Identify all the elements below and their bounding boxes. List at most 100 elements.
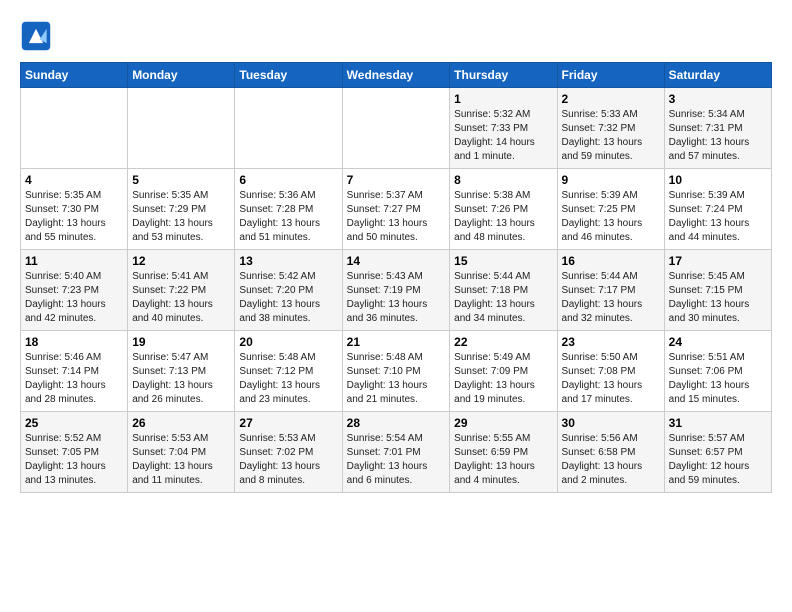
day-cell: 8 Sunrise: 5:38 AM Sunset: 7:26 PM Daylig… — [450, 169, 557, 250]
day-number: 6 — [239, 173, 337, 187]
day-cell: 23 Sunrise: 5:50 AM Sunset: 7:08 PM Dayli… — [557, 331, 664, 412]
day-number: 27 — [239, 416, 337, 430]
day-number: 2 — [562, 92, 660, 106]
day-cell: 9Sunrise: 5:39 AM Sunset: 7:25 PM Daylig… — [557, 169, 664, 250]
weekday-header-tuesday: Tuesday — [235, 63, 342, 88]
day-number: 17 — [669, 254, 767, 268]
day-info: Sunrise: 5:33 AM Sunset: 7:32 PM Dayligh… — [562, 108, 660, 164]
day-number: 30 — [562, 416, 660, 430]
week-row-3: 18 Sunrise: 5:46 AM Sunset: 7:14 PM Dayli… — [21, 331, 772, 412]
day-info: Sunrise: 5:48 AM Sunset: 7:12 PM Dayligh… — [239, 351, 337, 407]
week-row-4: 25Sunrise: 5:52 AM Sunset: 7:05 PM Dayli… — [21, 412, 772, 493]
day-number: 19 — [132, 335, 230, 349]
day-info: Sunrise: 5:53 AM Sunset: 7:02 PM Dayligh… — [239, 432, 337, 488]
day-cell: 10Sunrise: 5:39 AM Sunset: 7:24 PM Dayli… — [664, 169, 771, 250]
day-number: 24 — [669, 335, 767, 349]
day-cell: 6 Sunrise: 5:36 AM Sunset: 7:28 PM Daylig… — [235, 169, 342, 250]
day-cell: 27 Sunrise: 5:53 AM Sunset: 7:02 PM Dayli… — [235, 412, 342, 493]
week-row-0: 1 Sunrise: 5:32 AM Sunset: 7:33 PM Daylig… — [21, 88, 772, 169]
page: SundayMondayTuesdayWednesdayThursdayFrid… — [0, 0, 792, 503]
weekday-header-friday: Friday — [557, 63, 664, 88]
day-number: 20 — [239, 335, 337, 349]
day-number: 29 — [454, 416, 552, 430]
day-number: 1 — [454, 92, 552, 106]
day-info: Sunrise: 5:38 AM Sunset: 7:26 PM Dayligh… — [454, 189, 552, 245]
day-number: 23 — [562, 335, 660, 349]
day-cell: 11 Sunrise: 5:40 AM Sunset: 7:23 PM Dayli… — [21, 250, 128, 331]
day-cell: 26Sunrise: 5:53 AM Sunset: 7:04 PM Dayli… — [128, 412, 235, 493]
day-number: 31 — [669, 416, 767, 430]
day-info: Sunrise: 5:43 AM Sunset: 7:19 PM Dayligh… — [347, 270, 446, 326]
day-info: Sunrise: 5:47 AM Sunset: 7:13 PM Dayligh… — [132, 351, 230, 407]
week-row-1: 4 Sunrise: 5:35 AM Sunset: 7:30 PM Daylig… — [21, 169, 772, 250]
day-info: Sunrise: 5:57 AM Sunset: 6:57 PM Dayligh… — [669, 432, 767, 488]
day-number: 11 — [25, 254, 123, 268]
day-cell: 31 Sunrise: 5:57 AM Sunset: 6:57 PM Dayli… — [664, 412, 771, 493]
day-info: Sunrise: 5:54 AM Sunset: 7:01 PM Dayligh… — [347, 432, 446, 488]
day-cell: 16 Sunrise: 5:44 AM Sunset: 7:17 PM Dayli… — [557, 250, 664, 331]
day-cell: 25Sunrise: 5:52 AM Sunset: 7:05 PM Dayli… — [21, 412, 128, 493]
day-info: Sunrise: 5:51 AM Sunset: 7:06 PM Dayligh… — [669, 351, 767, 407]
day-number: 16 — [562, 254, 660, 268]
day-info: Sunrise: 5:39 AM Sunset: 7:25 PM Dayligh… — [562, 189, 660, 245]
day-info: Sunrise: 5:49 AM Sunset: 7:09 PM Dayligh… — [454, 351, 552, 407]
day-cell: 18 Sunrise: 5:46 AM Sunset: 7:14 PM Dayli… — [21, 331, 128, 412]
day-info: Sunrise: 5:44 AM Sunset: 7:17 PM Dayligh… — [562, 270, 660, 326]
day-number: 10 — [669, 173, 767, 187]
logo — [20, 20, 58, 52]
day-cell: 2 Sunrise: 5:33 AM Sunset: 7:32 PM Daylig… — [557, 88, 664, 169]
day-cell: 21 Sunrise: 5:48 AM Sunset: 7:10 PM Dayli… — [342, 331, 450, 412]
day-cell — [21, 88, 128, 169]
day-info: Sunrise: 5:35 AM Sunset: 7:30 PM Dayligh… — [25, 189, 123, 245]
day-info: Sunrise: 5:40 AM Sunset: 7:23 PM Dayligh… — [25, 270, 123, 326]
day-cell: 28 Sunrise: 5:54 AM Sunset: 7:01 PM Dayli… — [342, 412, 450, 493]
day-info: Sunrise: 5:44 AM Sunset: 7:18 PM Dayligh… — [454, 270, 552, 326]
day-number: 14 — [347, 254, 446, 268]
day-number: 5 — [132, 173, 230, 187]
day-cell: 22Sunrise: 5:49 AM Sunset: 7:09 PM Dayli… — [450, 331, 557, 412]
day-info: Sunrise: 5:56 AM Sunset: 6:58 PM Dayligh… — [562, 432, 660, 488]
weekday-header-sunday: Sunday — [21, 63, 128, 88]
day-cell: 19 Sunrise: 5:47 AM Sunset: 7:13 PM Dayli… — [128, 331, 235, 412]
day-cell — [342, 88, 450, 169]
day-cell: 5Sunrise: 5:35 AM Sunset: 7:29 PM Daylig… — [128, 169, 235, 250]
day-info: Sunrise: 5:45 AM Sunset: 7:15 PM Dayligh… — [669, 270, 767, 326]
day-cell — [128, 88, 235, 169]
day-number: 8 — [454, 173, 552, 187]
day-cell: 29 Sunrise: 5:55 AM Sunset: 6:59 PM Dayli… — [450, 412, 557, 493]
day-info: Sunrise: 5:36 AM Sunset: 7:28 PM Dayligh… — [239, 189, 337, 245]
weekday-header-thursday: Thursday — [450, 63, 557, 88]
day-number: 7 — [347, 173, 446, 187]
day-cell: 17 Sunrise: 5:45 AM Sunset: 7:15 PM Dayli… — [664, 250, 771, 331]
day-info: Sunrise: 5:53 AM Sunset: 7:04 PM Dayligh… — [132, 432, 230, 488]
day-number: 13 — [239, 254, 337, 268]
day-number: 15 — [454, 254, 552, 268]
day-info: Sunrise: 5:50 AM Sunset: 7:08 PM Dayligh… — [562, 351, 660, 407]
day-cell: 13 Sunrise: 5:42 AM Sunset: 7:20 PM Dayli… — [235, 250, 342, 331]
header — [20, 20, 772, 52]
day-info: Sunrise: 5:32 AM Sunset: 7:33 PM Dayligh… — [454, 108, 552, 164]
weekday-header-wednesday: Wednesday — [342, 63, 450, 88]
day-cell: 7 Sunrise: 5:37 AM Sunset: 7:27 PM Daylig… — [342, 169, 450, 250]
logo-icon — [20, 20, 52, 52]
day-number: 21 — [347, 335, 446, 349]
day-info: Sunrise: 5:48 AM Sunset: 7:10 PM Dayligh… — [347, 351, 446, 407]
weekday-header-row: SundayMondayTuesdayWednesdayThursdayFrid… — [21, 63, 772, 88]
day-number: 3 — [669, 92, 767, 106]
day-number: 25 — [25, 416, 123, 430]
day-number: 18 — [25, 335, 123, 349]
week-row-2: 11 Sunrise: 5:40 AM Sunset: 7:23 PM Dayli… — [21, 250, 772, 331]
day-info: Sunrise: 5:55 AM Sunset: 6:59 PM Dayligh… — [454, 432, 552, 488]
day-info: Sunrise: 5:37 AM Sunset: 7:27 PM Dayligh… — [347, 189, 446, 245]
weekday-header-saturday: Saturday — [664, 63, 771, 88]
day-number: 4 — [25, 173, 123, 187]
day-cell: 12Sunrise: 5:41 AM Sunset: 7:22 PM Dayli… — [128, 250, 235, 331]
day-info: Sunrise: 5:46 AM Sunset: 7:14 PM Dayligh… — [25, 351, 123, 407]
day-cell: 4 Sunrise: 5:35 AM Sunset: 7:30 PM Daylig… — [21, 169, 128, 250]
day-number: 28 — [347, 416, 446, 430]
day-cell: 24 Sunrise: 5:51 AM Sunset: 7:06 PM Dayli… — [664, 331, 771, 412]
day-cell: 30 Sunrise: 5:56 AM Sunset: 6:58 PM Dayli… — [557, 412, 664, 493]
day-info: Sunrise: 5:42 AM Sunset: 7:20 PM Dayligh… — [239, 270, 337, 326]
day-info: Sunrise: 5:34 AM Sunset: 7:31 PM Dayligh… — [669, 108, 767, 164]
day-cell — [235, 88, 342, 169]
